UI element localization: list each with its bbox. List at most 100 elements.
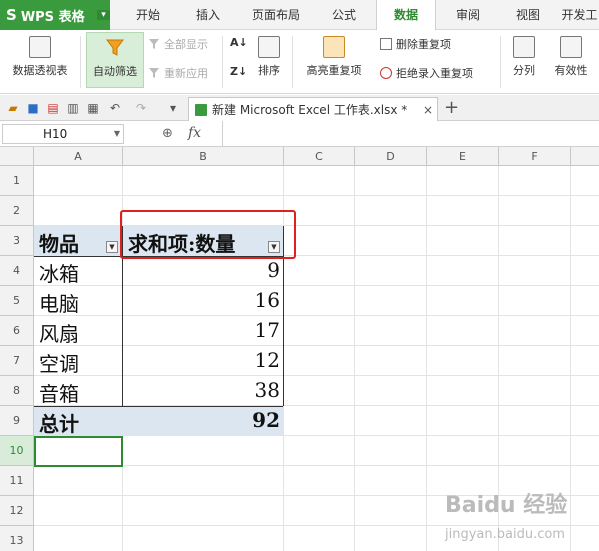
grid-cell[interactable] [355, 526, 427, 551]
grid-cell[interactable] [427, 226, 499, 256]
grid-cell[interactable] [427, 436, 499, 466]
reapply-button[interactable]: 重新应用 [148, 65, 208, 81]
grid-cell[interactable] [355, 496, 427, 526]
grid-cell[interactable] [427, 256, 499, 286]
tab-insert[interactable]: 插入 [180, 0, 236, 30]
grid-cell[interactable] [34, 196, 123, 226]
grid-cell[interactable] [355, 286, 427, 316]
zoom-icon[interactable]: ⊕ [162, 126, 173, 141]
pivot-table-button[interactable]: 数据透视表 [8, 36, 72, 78]
row-header-3[interactable]: 3 [0, 226, 34, 256]
save-icon[interactable]: ■ [26, 101, 40, 115]
grid-cell[interactable] [284, 346, 355, 376]
filter-dropdown-icon[interactable]: ▼ [106, 241, 118, 253]
grid-cell[interactable] [571, 166, 599, 196]
open-folder-icon[interactable]: ▰ [6, 101, 20, 115]
grid-cell[interactable] [34, 466, 123, 496]
grid-cell[interactable] [571, 346, 599, 376]
grid-cell[interactable] [499, 346, 571, 376]
grid-cell[interactable] [284, 436, 355, 466]
grid-cell[interactable] [571, 526, 599, 551]
document-tab[interactable]: 新建 Microsoft Excel 工作表.xlsx * × [188, 97, 438, 121]
grid-cell[interactable] [571, 496, 599, 526]
sort-asc-button[interactable]: A↓ [230, 36, 248, 49]
grid-cell[interactable] [427, 286, 499, 316]
spreadsheet-grid[interactable]: ABCDEF 1 2 3 4 5 6 7 8 9 10 11 12 13 物品 ▼ 求和项:数量 ▼ 冰… [0, 147, 599, 551]
grid-cell[interactable] [427, 406, 499, 436]
sort-button[interactable]: 排序 [252, 36, 286, 78]
undo-icon[interactable]: ↶ [108, 101, 122, 115]
grid-cell[interactable] [427, 166, 499, 196]
grid-cell[interactable] [355, 376, 427, 406]
grid-cell[interactable] [355, 316, 427, 346]
grid-cell[interactable] [571, 436, 599, 466]
column-header-g[interactable] [571, 147, 599, 166]
grid-cell[interactable] [34, 166, 123, 196]
highlight-duplicates-button[interactable]: 高亮重复项 [298, 36, 370, 78]
grid-cell[interactable] [284, 376, 355, 406]
grid-cell[interactable] [427, 346, 499, 376]
grid-cell[interactable] [123, 496, 284, 526]
grid-cell[interactable] [571, 316, 599, 346]
tab-data[interactable]: 数据 [376, 0, 436, 31]
grid-cell[interactable] [284, 256, 355, 286]
grid-cell[interactable] [355, 256, 427, 286]
show-all-button[interactable]: 全部显示 [148, 36, 208, 52]
grid-cell[interactable] [123, 466, 284, 496]
column-header-f[interactable]: F [499, 147, 571, 166]
select-all-corner[interactable] [0, 147, 34, 166]
grid-cell[interactable] [427, 376, 499, 406]
grid-cell[interactable] [499, 286, 571, 316]
grid-cell[interactable] [499, 256, 571, 286]
tab-page-layout[interactable]: 页面布局 [240, 0, 312, 30]
grid-cell[interactable] [355, 226, 427, 256]
grid-cell[interactable] [499, 166, 571, 196]
grid-cell[interactable] [123, 166, 284, 196]
grid-cell[interactable] [355, 196, 427, 226]
grid-cell[interactable] [571, 466, 599, 496]
chevron-down-icon[interactable]: ▼ [114, 125, 120, 143]
grid-cell[interactable] [284, 316, 355, 346]
active-cell[interactable] [34, 436, 123, 467]
row-header-8[interactable]: 8 [0, 376, 34, 406]
grid-cell[interactable] [571, 376, 599, 406]
tab-developer[interactable]: 开发工 [560, 0, 599, 30]
auto-filter-button[interactable]: 自动筛选 [86, 32, 144, 88]
new-tab-button[interactable]: + [444, 97, 459, 119]
tab-formulas[interactable]: 公式 [316, 0, 372, 30]
grid-cell[interactable] [284, 466, 355, 496]
grid-cell[interactable] [499, 316, 571, 346]
close-icon[interactable]: × [419, 103, 437, 117]
grid-cell[interactable] [284, 286, 355, 316]
grid-cell[interactable] [499, 376, 571, 406]
grid-cell[interactable] [355, 406, 427, 436]
fx-button[interactable]: fx [188, 125, 201, 141]
column-header-c[interactable]: C [284, 147, 355, 166]
tab-home[interactable]: 开始 [120, 0, 176, 30]
column-header-d[interactable]: D [355, 147, 427, 166]
row-header-13[interactable]: 13 [0, 526, 34, 551]
column-header-b[interactable]: B [123, 147, 284, 166]
export-pdf-icon[interactable]: ▤ [46, 101, 60, 115]
grid-cell[interactable] [571, 286, 599, 316]
split-column-button[interactable]: 分列 [506, 36, 542, 78]
row-header-11[interactable]: 11 [0, 466, 34, 496]
sort-desc-button[interactable]: Z↓ [230, 65, 247, 78]
tab-review[interactable]: 审阅 [440, 0, 496, 30]
row-header-12[interactable]: 12 [0, 496, 34, 526]
grid-cell[interactable] [427, 196, 499, 226]
row-header-6[interactable]: 6 [0, 316, 34, 346]
validity-button[interactable]: 有效性 [546, 36, 596, 78]
row-header-7[interactable]: 7 [0, 346, 34, 376]
column-header-a[interactable]: A [34, 147, 123, 166]
print-icon[interactable]: ▥ [66, 101, 80, 115]
name-box[interactable]: H10 ▼ [2, 124, 124, 144]
grid-cell[interactable] [284, 526, 355, 551]
grid-cell[interactable] [427, 316, 499, 346]
row-header-10[interactable]: 10 [0, 436, 34, 466]
column-header-e[interactable]: E [427, 147, 499, 166]
grid-cell[interactable] [499, 406, 571, 436]
grid-cell[interactable] [499, 196, 571, 226]
wps-app-button[interactable]: S WPS 表格 ▾ [0, 0, 110, 30]
grid-cell[interactable] [571, 406, 599, 436]
